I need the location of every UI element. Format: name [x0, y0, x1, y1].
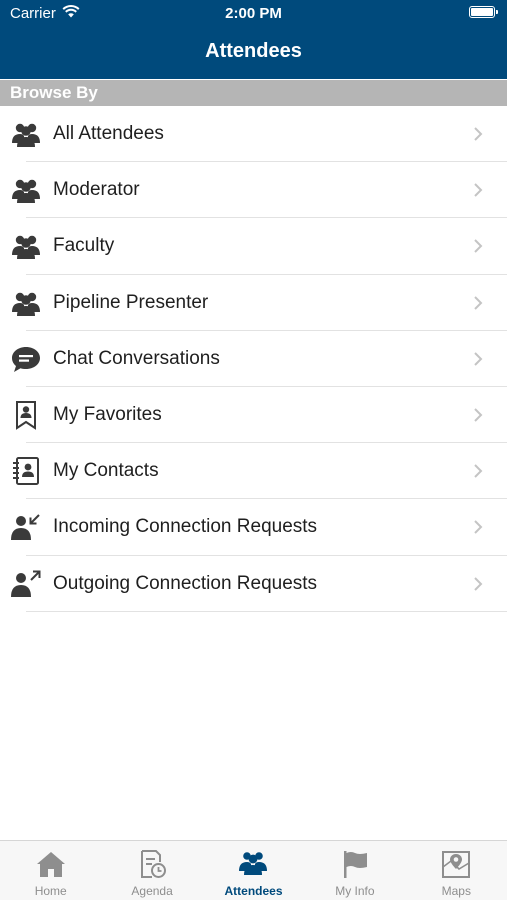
people-icon: [10, 231, 42, 261]
tab-label: Attendees: [224, 884, 283, 898]
list-item-label: My Favorites: [53, 403, 162, 425]
bookmark-person-icon: [10, 400, 42, 430]
chevron-right-icon: [474, 408, 483, 422]
agenda-icon: [137, 849, 167, 879]
tab-label: My Info: [335, 884, 375, 898]
people-icon: [10, 119, 42, 149]
map-icon: [441, 849, 471, 879]
list-item-label: My Contacts: [53, 460, 159, 482]
list-item-my-contacts[interactable]: My Contacts: [0, 443, 507, 500]
chevron-right-icon: [474, 127, 483, 141]
tab-my-info[interactable]: My Info: [304, 841, 405, 900]
tab-maps[interactable]: Maps: [406, 841, 507, 900]
section-header-browse-by: Browse By: [0, 80, 507, 106]
list-item-label: Outgoing Connection Requests: [53, 572, 318, 594]
screen: Carrier 2:00 PM Attendees Browse By All …: [0, 0, 507, 900]
battery-icon: [469, 6, 498, 18]
list-item-label: All Attendees: [53, 123, 164, 144]
chevron-right-icon: [474, 295, 483, 310]
clock: 2:00 PM: [225, 5, 282, 22]
list-item-chat-conversations[interactable]: Chat Conversations: [0, 331, 507, 388]
person-incoming-icon: [10, 512, 42, 542]
list-item-my-favorites[interactable]: My Favorites: [0, 387, 507, 444]
list-item-all-attendees[interactable]: All Attendees: [0, 106, 507, 163]
list-item-label: Faculty: [53, 235, 115, 257]
person-outgoing-icon: [10, 569, 42, 599]
tab-bar: Home Agenda Attendees My Info Maps: [0, 840, 507, 900]
list-item-label: Moderator: [53, 179, 140, 201]
browse-list: All Attendees Moderator Faculty Pipeline…: [0, 106, 507, 612]
address-book-icon: [10, 456, 42, 486]
tab-home[interactable]: Home: [0, 841, 101, 900]
list-item-label: Incoming Connection Requests: [53, 516, 318, 538]
list-item-label: Pipeline Presenter: [53, 291, 209, 313]
list-item-moderator[interactable]: Moderator: [0, 162, 507, 219]
people-icon: [10, 288, 42, 318]
tab-agenda[interactable]: Agenda: [101, 841, 202, 900]
tab-label: Agenda: [131, 884, 173, 898]
people-icon: [10, 175, 42, 205]
chevron-right-icon: [474, 352, 483, 366]
chevron-right-icon: [474, 239, 483, 254]
chevron-right-icon: [474, 464, 483, 478]
list-item-label: Chat Conversations: [53, 347, 220, 369]
status-bar: Carrier 2:00 PM: [0, 0, 507, 28]
attendees-icon: [238, 849, 268, 879]
chevron-right-icon: [474, 183, 483, 197]
chat-bubble-icon: [10, 344, 42, 374]
chevron-right-icon: [474, 520, 483, 535]
home-icon: [36, 849, 66, 879]
flag-icon: [340, 849, 370, 879]
list-item-incoming-connection-requests[interactable]: Incoming Connection Requests: [0, 499, 507, 556]
list-item-faculty[interactable]: Faculty: [0, 218, 507, 275]
page-title: Attendees: [205, 40, 302, 62]
list-item-pipeline-presenter[interactable]: Pipeline Presenter: [0, 275, 507, 331]
tab-label: Home: [34, 884, 67, 898]
navigation-header: Carrier 2:00 PM Attendees: [0, 0, 507, 79]
chevron-right-icon: [474, 576, 483, 591]
tab-label: Maps: [441, 884, 471, 898]
tab-attendees[interactable]: Attendees: [203, 841, 304, 900]
list-item-outgoing-connection-requests[interactable]: Outgoing Connection Requests: [0, 556, 507, 612]
